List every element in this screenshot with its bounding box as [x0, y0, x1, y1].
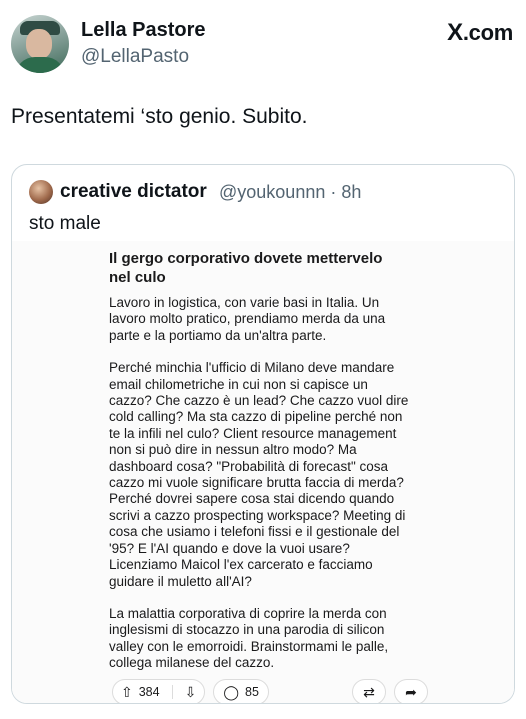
quoted-tweet-text: sto male [29, 213, 101, 234]
tweet-text: Presentatemi ‘sto genio. Subito. [11, 105, 308, 128]
downvote-icon[interactable]: ⇩ [185, 685, 197, 699]
tweet-header: Lella Pastore @LellaPasto X.com [11, 15, 515, 75]
share-button[interactable]: ➦ [394, 679, 428, 703]
vote-pill: ⇧ 384 ⇩ [112, 679, 206, 703]
author-handle[interactable]: @LellaPasto [81, 46, 189, 68]
quoted-author-name[interactable]: creative dictator [60, 181, 207, 203]
post-action-bar: ⇧ 384 ⇩ ◯ 85 [112, 679, 269, 703]
author-avatar[interactable] [11, 15, 69, 73]
comments-button[interactable]: ◯ 85 [213, 679, 269, 703]
quoted-screenshot-image[interactable]: Il gergo corporativo dovete mettervelo n… [12, 241, 514, 703]
avatar-face-shape [26, 29, 52, 59]
comment-icon: ◯ [223, 684, 239, 700]
post-paragraph: Lavoro in logistica, con varie basi in I… [109, 295, 386, 343]
crosspost-button[interactable]: ⇄ [352, 679, 386, 703]
share-icon: ➦ [405, 684, 417, 700]
vote-count: 384 [138, 685, 160, 699]
vote-divider [171, 685, 173, 699]
post-paragraph: Perché minchia l'ufficio di Milano deve … [109, 360, 409, 589]
quoted-author-avatar[interactable] [29, 180, 53, 204]
comment-count: 85 [245, 685, 259, 699]
x-logo-icon: X [447, 19, 463, 46]
quoted-tweet-card[interactable]: creative dictator @youkounnn · 8h sto ma… [11, 164, 515, 704]
post-paragraph: La malattia corporativa di coprire la me… [109, 605, 389, 671]
avatar-body-shape [15, 57, 65, 73]
brand-logo: X.com [447, 19, 513, 47]
post-body: Lavoro in logistica, con varie basi in I… [109, 295, 419, 688]
crosspost-icon: ⇄ [363, 684, 375, 700]
quoted-author-handle-time: @youkounnn · 8h [219, 182, 362, 202]
author-display-name[interactable]: Lella Pastore [81, 19, 206, 42]
post-title: Il gergo corporativo dovete mettervelo n… [109, 250, 383, 286]
brand-suffix: .com [462, 20, 513, 45]
upvote-icon[interactable]: ⇧ [121, 685, 133, 699]
